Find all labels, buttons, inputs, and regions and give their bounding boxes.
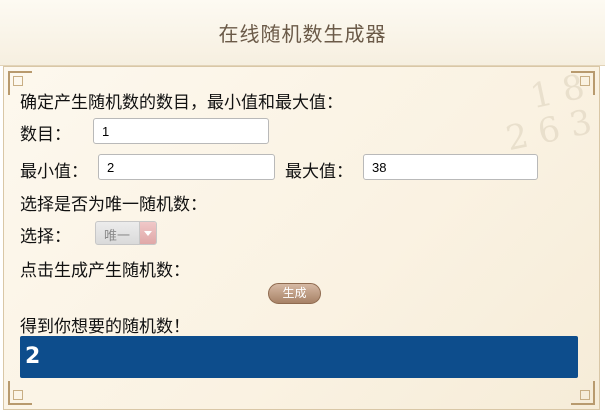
page: 在线随机数生成器 1 82 6 3 确定产生随机数的数目，最小值和最大值： 数目… xyxy=(0,0,605,413)
background-digits-decoration: 1 82 6 3 xyxy=(503,66,596,160)
min-label: 最小值： xyxy=(20,162,88,182)
count-input[interactable] xyxy=(93,118,269,144)
result-display: 2 xyxy=(20,336,578,378)
result-label: 得到你想要的随机数！ xyxy=(20,317,190,337)
header-bar: 在线随机数生成器 xyxy=(0,0,605,66)
unique-select-value: 唯一 xyxy=(104,229,131,244)
min-input[interactable] xyxy=(98,154,275,180)
max-label: 最大值： xyxy=(285,162,353,182)
corner-ornament xyxy=(571,381,595,405)
count-label: 数目： xyxy=(20,125,71,145)
select-label: 选择： xyxy=(20,227,71,247)
intro-text: 确定产生随机数的数目，最小值和最大值： xyxy=(20,93,343,113)
generate-prompt: 点击生成产生随机数： xyxy=(20,261,190,281)
page-title: 在线随机数生成器 xyxy=(218,22,387,46)
corner-ornament xyxy=(8,381,32,405)
unique-prompt: 选择是否为唯一随机数： xyxy=(20,195,207,215)
generate-button[interactable]: 生成 xyxy=(268,283,321,304)
chevron-down-icon[interactable] xyxy=(139,222,156,244)
unique-select[interactable]: 唯一 xyxy=(95,221,157,245)
max-input[interactable] xyxy=(363,154,538,180)
